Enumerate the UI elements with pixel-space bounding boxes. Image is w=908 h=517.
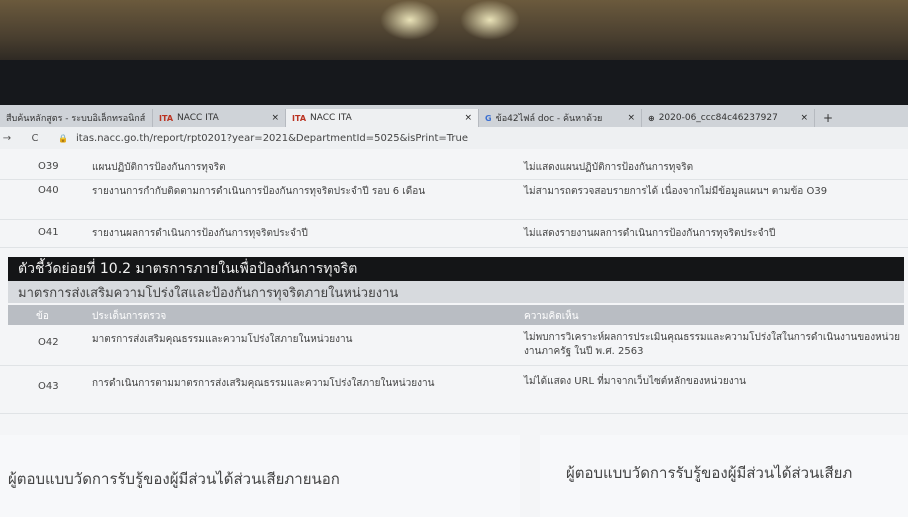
footer-heading-right: ผู้ตอบแบบวัดการรับรู้ของผู้มีส่วนได้ส่วน… <box>566 464 853 482</box>
item-code: O40 <box>38 185 59 196</box>
item-comment: ไม่แสดงรายงานผลการดำเนินการป้องกันการทุจ… <box>524 228 776 239</box>
browser-tab[interactable]: G ข้อ42ไฟล์ doc - ค้นหาด้วย × <box>479 109 642 127</box>
item-code: O42 <box>38 337 59 348</box>
ita-icon: ITA <box>159 113 174 123</box>
monitor-bezel <box>0 60 908 105</box>
report-page: O39 แผนปฏิบัติการป้องกันการทุจริต ไม่แสด… <box>0 149 908 517</box>
tab-label: 2020-06_ccc84c46237927 <box>658 113 778 123</box>
close-icon[interactable]: × <box>456 113 472 123</box>
tab-label: NACC ITA <box>310 113 352 123</box>
room-background <box>0 0 908 60</box>
tab-label: สืบค้นหลักสูตร - ระบบอิเล็กทรอนิกส์ <box>6 114 146 124</box>
lock-icon: 🔒 <box>58 133 68 143</box>
tab-label: NACC ITA <box>177 113 219 123</box>
footer-heading-left: ผู้ตอบแบบวัดการรับรู้ของผู้มีส่วนได้ส่วน… <box>8 470 340 488</box>
new-tab-button[interactable]: + <box>815 109 841 127</box>
globe-icon: ⊕ <box>648 113 655 123</box>
close-icon[interactable]: × <box>145 113 152 123</box>
browser-tab[interactable]: ITA NACC ITA × <box>153 109 286 127</box>
address-bar: → C 🔒 itas.nacc.go.th/report/rpt0201?yea… <box>0 127 908 150</box>
item-code: O43 <box>38 381 59 392</box>
table-row: O41 รายงานผลการดำเนินการป้องกันการทุจริต… <box>0 219 908 248</box>
item-title: มาตรการส่งเสริมคุณธรรมและความโปร่งใสภายใ… <box>92 334 353 345</box>
item-comment: ไม่พบการวิเคราะห์ผลการประเมินคุณธรรมและค… <box>524 332 900 357</box>
ita-icon: ITA <box>292 113 307 123</box>
close-icon[interactable]: × <box>792 113 808 123</box>
subsection-title: มาตรการส่งเสริมความโปร่งใสและป้องกันการท… <box>8 281 904 303</box>
table-header: ข้อ ประเด็นการตรวจ ความคิดเห็น <box>8 305 904 325</box>
browser-window: สืบค้นหลักสูตร - ระบบอิเล็กทรอนิกส์ × IT… <box>0 105 908 517</box>
url-text[interactable]: itas.nacc.go.th/report/rpt0201?year=2021… <box>76 133 468 144</box>
item-comment: ไม่ได้แสดง URL ที่มาจากเว็บไซต์หลักของหน… <box>524 376 747 387</box>
tab-strip: สืบค้นหลักสูตร - ระบบอิเล็กทรอนิกส์ × IT… <box>0 105 908 127</box>
ceiling-light <box>460 0 520 40</box>
header-comment: ความคิดเห็น <box>524 311 579 322</box>
browser-tab[interactable]: สืบค้นหลักสูตร - ระบบอิเล็กทรอนิกส์ × <box>0 109 153 127</box>
table-row: O39 แผนปฏิบัติการป้องกันการทุจริต ไม่แสด… <box>0 155 908 180</box>
browser-tab-active[interactable]: ITA NACC ITA × <box>286 109 479 127</box>
item-code: O39 <box>38 161 59 172</box>
section-title: ตัวชี้วัดย่อยที่ 10.2 มาตรการภายในเพื่อป… <box>8 257 904 281</box>
header-code: ข้อ <box>36 311 49 322</box>
table-row: O42 มาตรการส่งเสริมคุณธรรมและความโปร่งใส… <box>0 327 908 366</box>
ceiling-light <box>380 0 440 40</box>
item-title: รายงานการกำกับติดตามการดำเนินการป้องกันก… <box>92 186 426 197</box>
forward-arrow-icon[interactable]: → <box>0 133 14 144</box>
item-title: แผนปฏิบัติการป้องกันการทุจริต <box>92 162 226 173</box>
browser-tab[interactable]: ⊕ 2020-06_ccc84c46237927 × <box>642 109 815 127</box>
table-row: O40 รายงานการกำกับติดตามการดำเนินการป้อง… <box>0 179 908 220</box>
item-comment: ไม่สามารถตรวจสอบรายการได้ เนื่องจากไม่มี… <box>524 186 828 197</box>
item-title: การดำเนินการตามมาตรการส่งเสริมคุณธรรมและ… <box>92 378 435 389</box>
item-comment: ไม่แสดงแผนปฏิบัติการป้องกันการทุจริต <box>524 162 694 173</box>
close-icon[interactable]: × <box>619 113 635 123</box>
tab-label: ข้อ42ไฟล์ doc - ค้นหาด้วย <box>495 114 603 124</box>
reload-icon[interactable]: C <box>28 133 42 144</box>
item-title: รายงานผลการดำเนินการป้องกันการทุจริตประจ… <box>92 228 308 239</box>
header-item: ประเด็นการตรวจ <box>92 311 167 322</box>
table-row: O43 การดำเนินการตามมาตรการส่งเสริมคุณธรร… <box>0 365 908 414</box>
item-code: O41 <box>38 227 59 238</box>
google-icon: G <box>485 113 492 123</box>
close-icon[interactable]: × <box>263 113 279 123</box>
